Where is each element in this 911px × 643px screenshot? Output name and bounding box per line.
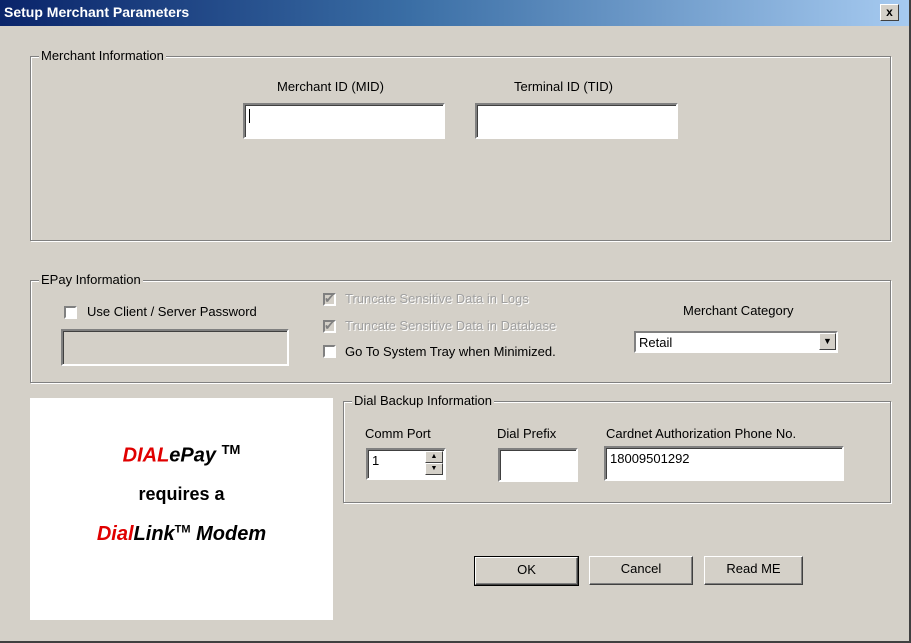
- banner-tm-1: TM: [221, 442, 241, 457]
- banner-line-3: DialLinkTM Modem: [30, 523, 333, 546]
- title-bar[interactable]: Setup Merchant Parameters x: [0, 0, 909, 26]
- use-password-checkbox[interactable]: [64, 306, 77, 319]
- banner-link-text: Link: [133, 523, 175, 545]
- mid-label: Merchant ID (MID): [277, 79, 384, 94]
- merchant-category-label: Merchant Category: [683, 303, 794, 318]
- truncate-logs-checkbox: ✔: [323, 291, 336, 306]
- banner-line-1: DIALePay TM: [30, 442, 333, 468]
- password-input: [61, 329, 289, 366]
- mid-input[interactable]: [243, 103, 445, 139]
- banner-epay-text: ePay: [169, 444, 217, 467]
- comm-port-spinner[interactable]: ▲ ▼: [425, 451, 443, 475]
- comm-port-label: Comm Port: [365, 426, 431, 441]
- phone-label: Cardnet Authorization Phone No.: [606, 426, 797, 441]
- spin-up-icon[interactable]: ▲: [425, 451, 443, 463]
- system-tray-checkbox[interactable]: [323, 345, 336, 358]
- chevron-down-icon[interactable]: ▼: [819, 333, 836, 350]
- dial-backup-group: Dial Backup Information Comm Port 1 ▲ ▼ …: [343, 393, 891, 503]
- banner-line-2: requires a: [138, 484, 225, 504]
- epay-info-legend: EPay Information: [39, 272, 143, 287]
- window-title: Setup Merchant Parameters: [4, 4, 190, 20]
- dial-prefix-label: Dial Prefix: [497, 426, 557, 441]
- truncate-db-checkbox: ✔: [323, 318, 336, 333]
- dialog-window: Setup Merchant Parameters x Merchant Inf…: [0, 0, 911, 643]
- ok-button[interactable]: OK: [474, 556, 579, 586]
- banner-modem-text: Modem: [196, 523, 267, 545]
- truncate-logs-label: Truncate Sensitive Data in Logs: [345, 291, 529, 306]
- merchant-category-value: Retail: [639, 335, 673, 350]
- dialepay-banner: DIALePay TM requires a DialLinkTM Modem: [30, 398, 333, 620]
- tid-label: Terminal ID (TID): [514, 79, 613, 94]
- truncate-db-label: Truncate Sensitive Data in Database: [345, 318, 557, 333]
- check-icon: ✔: [324, 318, 335, 333]
- banner-dial-text: DIAL: [122, 444, 170, 467]
- system-tray-label[interactable]: Go To System Tray when Minimized.: [345, 344, 556, 359]
- check-icon: ✔: [324, 291, 335, 306]
- text-cursor: [249, 109, 250, 123]
- spin-down-icon[interactable]: ▼: [425, 463, 443, 475]
- dial-backup-legend: Dial Backup Information: [352, 393, 495, 408]
- epay-info-group: EPay Information Use Client / Server Pas…: [30, 272, 891, 383]
- dial-prefix-input[interactable]: [498, 448, 578, 482]
- tid-input[interactable]: [475, 103, 678, 139]
- merchant-info-legend: Merchant Information: [39, 48, 166, 63]
- use-password-label[interactable]: Use Client / Server Password: [87, 304, 257, 319]
- merchant-category-select[interactable]: Retail ▼: [634, 331, 838, 353]
- banner-dial2-text: Dial: [96, 523, 134, 545]
- close-icon: x: [886, 5, 893, 19]
- phone-input[interactable]: 18009501292: [604, 446, 844, 481]
- merchant-info-group: Merchant Information Merchant ID (MID) T…: [30, 48, 891, 241]
- cancel-button[interactable]: Cancel: [589, 556, 693, 585]
- readme-button[interactable]: Read ME: [704, 556, 803, 585]
- banner-tm-2: TM: [174, 523, 191, 536]
- close-button[interactable]: x: [880, 4, 899, 21]
